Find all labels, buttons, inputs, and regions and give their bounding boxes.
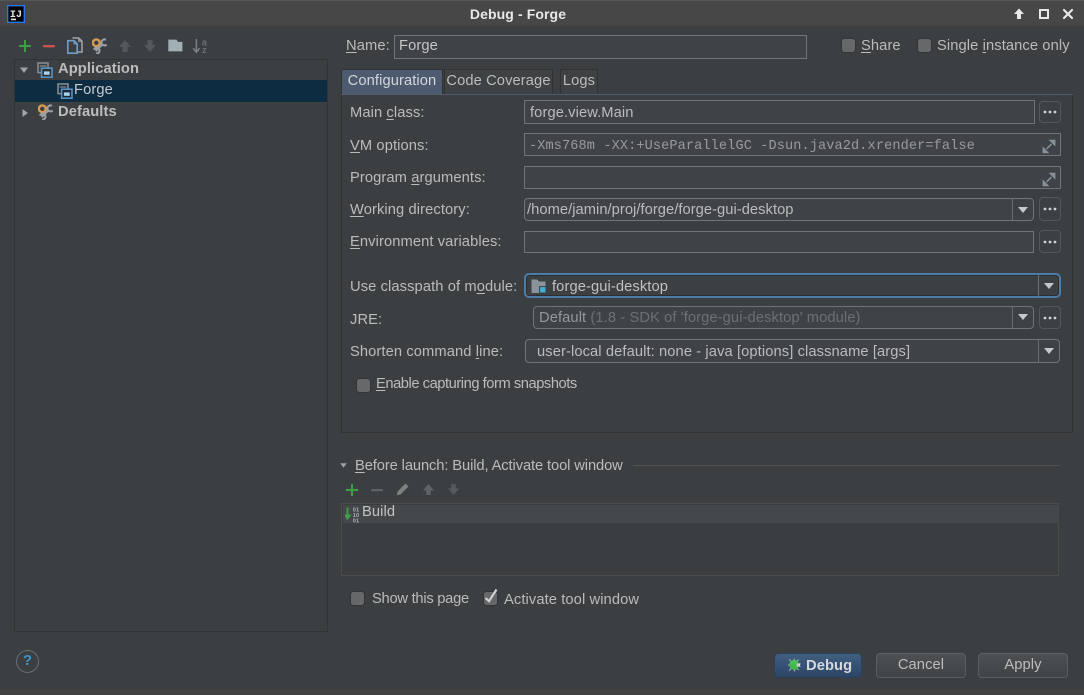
svg-text:z: z [202, 45, 207, 55]
svg-text:01: 01 [353, 518, 359, 523]
